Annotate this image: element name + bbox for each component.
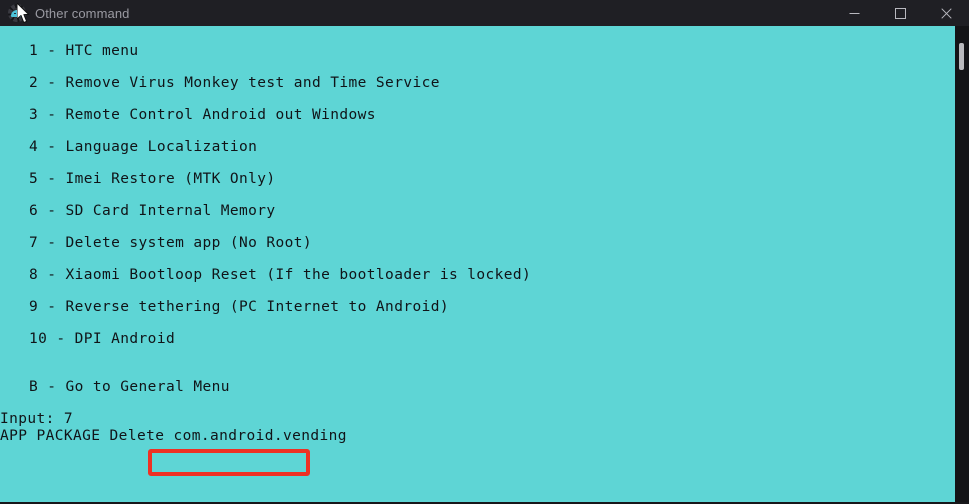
input-echo-line: Input: 7 xyxy=(0,411,74,427)
menu-item-1[interactable]: 1 - HTC menu xyxy=(29,43,139,59)
android-head-shape xyxy=(11,10,23,17)
menu-item-10[interactable]: 10 - DPI Android xyxy=(29,331,175,347)
package-name-highlight-box xyxy=(148,449,310,476)
menu-item-9[interactable]: 9 - Reverse tethering (PC Internet to An… xyxy=(29,299,449,315)
close-icon xyxy=(940,7,952,19)
package-prompt-label: APP PACKAGE Delete xyxy=(0,428,174,444)
menu-item-b[interactable]: B - Go to General Menu xyxy=(29,379,230,395)
maximize-button[interactable] xyxy=(877,0,923,26)
minimize-icon xyxy=(849,12,859,14)
package-name-value: com.android.vending xyxy=(173,428,347,444)
maximize-icon xyxy=(894,7,906,19)
package-prompt-line: APP PACKAGE Delete com.android.vending xyxy=(0,428,347,444)
menu-item-2[interactable]: 2 - Remove Virus Monkey test and Time Se… xyxy=(29,75,440,91)
application-window: Other command 1 - HTC menu 2 - Remove Vi… xyxy=(0,0,969,504)
window-controls xyxy=(831,0,969,26)
menu-item-3[interactable]: 3 - Remote Control Android out Windows xyxy=(29,107,376,123)
menu-item-8[interactable]: 8 - Xiaomi Bootloop Reset (If the bootlo… xyxy=(29,267,531,283)
title-bar[interactable]: Other command xyxy=(0,0,969,26)
minimize-button[interactable] xyxy=(831,0,877,26)
close-button[interactable] xyxy=(923,0,969,26)
android-gear-icon xyxy=(8,4,26,22)
scrollbar-thumb[interactable] xyxy=(959,43,964,70)
menu-item-4[interactable]: 4 - Language Localization xyxy=(29,139,257,155)
console-output[interactable]: 1 - HTC menu 2 - Remove Virus Monkey tes… xyxy=(0,26,955,502)
menu-item-5[interactable]: 5 - Imei Restore (MTK Only) xyxy=(29,171,276,187)
scrollbar-track[interactable] xyxy=(955,26,969,504)
menu-item-7[interactable]: 7 - Delete system app (No Root) xyxy=(29,235,312,251)
menu-item-6[interactable]: 6 - SD Card Internal Memory xyxy=(29,203,276,219)
window-title: Other command xyxy=(35,5,130,21)
